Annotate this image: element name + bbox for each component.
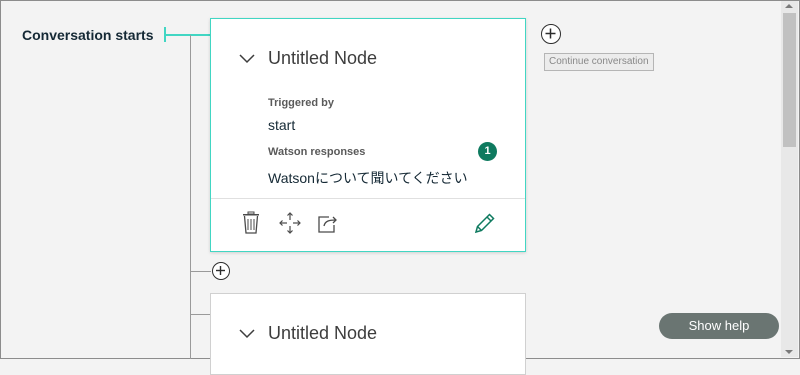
jump-to-icon[interactable] (316, 211, 340, 235)
chevron-down-icon[interactable] (239, 329, 255, 339)
show-help-button[interactable]: Show help (659, 313, 779, 339)
triggered-by-label: Triggered by (268, 97, 335, 109)
scrollbar-thumb[interactable] (783, 13, 796, 147)
triggered-by-value: start (268, 117, 296, 133)
trash-icon[interactable] (239, 211, 263, 235)
add-child-node-button[interactable] (541, 24, 561, 44)
plus-circle-icon (545, 28, 556, 39)
scroll-up-arrow-icon[interactable] (785, 4, 793, 8)
dialog-node-card[interactable]: Untitled Node (210, 293, 526, 375)
continue-conversation-tooltip: Continue conversation (544, 53, 654, 71)
scroll-down-arrow-icon[interactable] (785, 350, 793, 354)
tree-branch-line (190, 314, 211, 315)
watson-responses-label: Watson responses (268, 146, 366, 158)
start-connector-line (165, 34, 211, 36)
dialog-node-card[interactable]: Untitled Node Triggered by start Watson … (210, 18, 526, 252)
add-sibling-node-button[interactable] (212, 262, 230, 280)
node-title[interactable]: Untitled Node (268, 323, 377, 344)
vertical-scrollbar[interactable] (781, 1, 798, 357)
node-title[interactable]: Untitled Node (268, 48, 377, 69)
conversation-start-label: Conversation starts (22, 27, 154, 43)
tree-vertical-line (190, 35, 191, 359)
tree-branch-line (190, 271, 211, 272)
card-divider (211, 198, 525, 199)
pencil-icon[interactable] (473, 211, 497, 235)
move-icon[interactable] (278, 211, 302, 235)
responses-count-badge: 1 (478, 142, 497, 161)
response-value: Watsonについて聞いてください (268, 170, 468, 186)
plus-circle-icon (216, 266, 225, 275)
chevron-down-icon[interactable] (239, 54, 255, 64)
